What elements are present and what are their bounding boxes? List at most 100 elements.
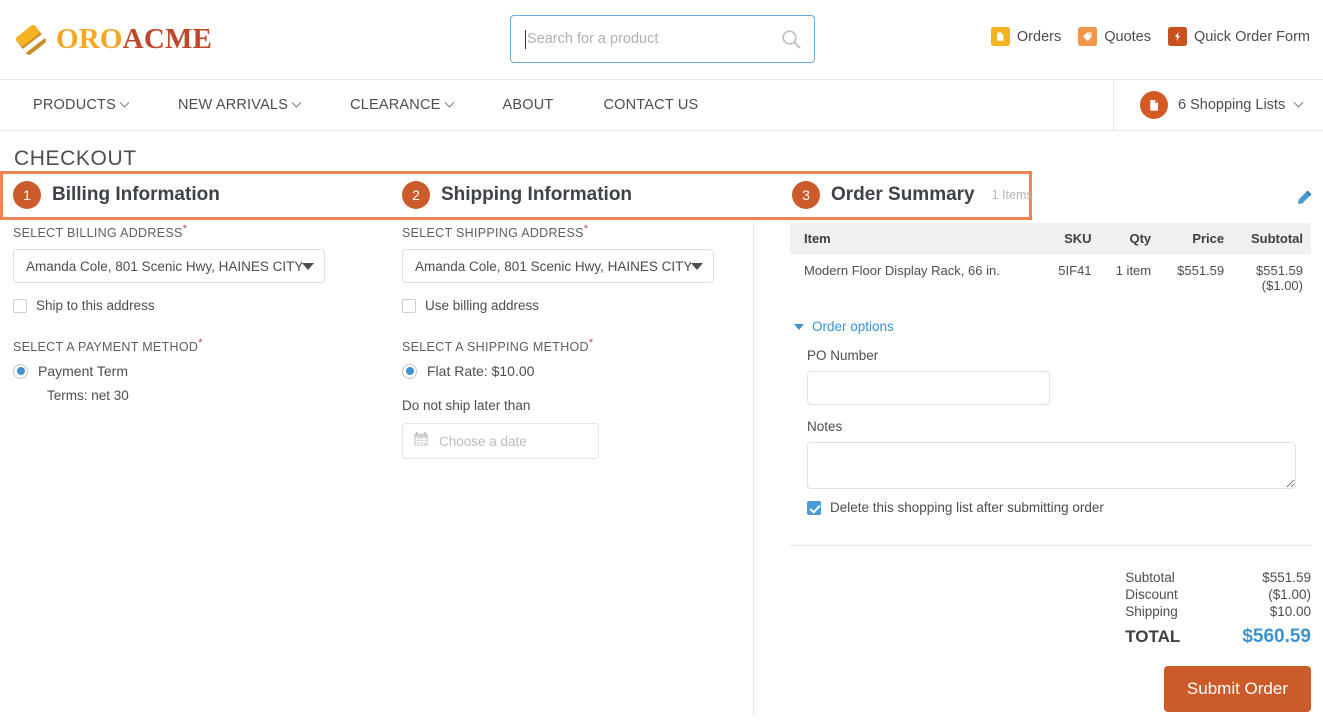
header-link-quotes[interactable]: Quotes — [1078, 27, 1151, 46]
ship-to-this-address-checkbox-row[interactable]: Ship to this address — [13, 298, 383, 313]
step-label-shipping: Shipping Information — [441, 184, 633, 205]
required-asterisk: * — [182, 223, 188, 235]
payment-method-label-text: SELECT A PAYMENT METHOD — [13, 340, 199, 355]
nav-item-clearance[interactable]: CLEARANCE — [350, 97, 477, 113]
billing-address-select[interactable]: Amanda Cole, 801 Scenic Hwy, HAINES CITY… — [13, 249, 325, 284]
flat-rate-label: Flat Rate: $10.00 — [427, 363, 535, 380]
main-navigation: PRODUCTS NEW ARRIVALS CLEARANCE ABOUT CO… — [0, 79, 1323, 131]
header-link-orders-label: Orders — [1016, 28, 1062, 45]
flat-rate-radio[interactable] — [402, 363, 417, 379]
totals-label-subtotal: Subtotal — [1125, 570, 1175, 585]
nav-item-about-label: ABOUT — [502, 97, 554, 113]
payment-term-radio[interactable] — [13, 363, 28, 379]
column-header-qty: Qty — [1099, 223, 1160, 254]
shipping-address-select[interactable]: Amanda Cole, 801 Scenic Hwy, HAINES CITY… — [402, 249, 714, 284]
use-billing-address-label: Use billing address — [425, 298, 540, 314]
totals-divider — [790, 545, 1311, 546]
totals-row-subtotal: Subtotal $551.59 — [1125, 569, 1311, 586]
delete-shopping-list-checkbox-row[interactable]: Delete this shopping list after submitti… — [807, 500, 1311, 515]
totals-table: Subtotal $551.59 Discount ($1.00) Shippi… — [1125, 569, 1311, 649]
logo-text-oro: ORO — [56, 23, 123, 55]
totals-row-shipping: Shipping $10.00 — [1125, 603, 1311, 620]
site-logo[interactable]: OROACME — [14, 23, 212, 57]
search-icon[interactable] — [780, 28, 802, 50]
column-header-price: Price — [1159, 223, 1233, 254]
ship-by-date-placeholder: Choose a date — [439, 433, 527, 449]
shipping-method-label-text: SELECT A SHIPPING METHOD — [402, 340, 589, 355]
lightning-bolt-icon — [1167, 27, 1187, 46]
orders-icon — [990, 27, 1010, 46]
header-link-quick-order-form[interactable]: Quick Order Form — [1167, 27, 1310, 46]
header-quick-links: Orders Quotes Quick Order Form — [990, 27, 1310, 46]
nav-item-products-label: PRODUCTS — [33, 97, 116, 113]
use-billing-address-checkbox[interactable] — [402, 298, 416, 313]
order-options-toggle[interactable]: Order options — [794, 319, 1311, 334]
order-items-table: Item SKU Qty Price Subtotal Modern Floor… — [790, 223, 1311, 302]
chevron-down-icon — [119, 97, 130, 108]
row-item-subtotal-value: $551.59 — [1256, 263, 1303, 278]
checkout-step-shipping[interactable]: 2 Shipping Information — [402, 181, 632, 209]
required-asterisk: * — [588, 337, 594, 350]
oroacme-logo-mark — [14, 23, 48, 57]
column-header-item: Item — [790, 223, 1043, 254]
payment-term-radio-row[interactable]: Payment Term — [13, 363, 383, 379]
payment-term-label: Payment Term — [38, 363, 128, 380]
column-header-sku: SKU — [1042, 223, 1100, 254]
notes-textarea[interactable] — [807, 442, 1296, 489]
ship-to-this-address-checkbox[interactable] — [13, 298, 27, 313]
billing-address-value: Amanda Cole, 801 Scenic Hwy, HAINES CITY… — [26, 258, 302, 274]
shopping-lists-menu[interactable]: 6 Shopping Lists — [1113, 80, 1323, 130]
step-label-billing: Billing Information — [52, 184, 220, 205]
chevron-down-icon — [444, 97, 454, 108]
totals-value-shipping: $10.00 — [1269, 604, 1311, 619]
checkout-step-order-summary[interactable]: 3 Order Summary 1 Items — [792, 181, 1033, 209]
row-item-qty: 1 item — [1115, 263, 1152, 278]
order-summary-item-count: 1 Items — [991, 188, 1033, 202]
step-number-2: 2 — [402, 181, 430, 209]
header-link-quotes-label: Quotes — [1104, 28, 1151, 45]
site-header: OROACME Orders — [0, 0, 1323, 79]
shipping-address-value: Amanda Cole, 801 Scenic Hwy, HAINES CITY… — [415, 258, 691, 274]
order-summary-panel: Item SKU Qty Price Subtotal Modern Floor… — [790, 223, 1311, 712]
search-input[interactable] — [527, 31, 780, 47]
checkout-step-billing[interactable]: 1 Billing Information — [13, 181, 220, 209]
nav-item-new-arrivals[interactable]: NEW ARRIVALS — [178, 97, 325, 113]
nav-item-contact-us[interactable]: CONTACT US — [603, 97, 723, 113]
row-item-name: Modern Floor Display Rack, 66 in. — [804, 263, 1000, 278]
step-number-1: 1 — [13, 181, 41, 209]
column-divider — [753, 223, 754, 714]
step-label-order-summary: Order Summary — [831, 184, 975, 205]
chevron-down-icon — [291, 97, 302, 108]
quotes-tag-icon — [1078, 27, 1098, 46]
ship-to-this-address-label: Ship to this address — [36, 298, 155, 314]
submit-order-button[interactable]: Submit Order — [1163, 666, 1311, 712]
column-header-subtotal: Subtotal — [1232, 223, 1311, 254]
billing-address-label-text: SELECT BILLING ADDRESS — [13, 226, 183, 241]
required-asterisk: * — [583, 223, 589, 235]
notes-label: Notes — [807, 419, 843, 434]
header-link-orders[interactable]: Orders — [990, 27, 1062, 46]
delete-shopping-list-checkbox[interactable] — [807, 500, 821, 515]
ship-by-date-picker[interactable]: Choose a date — [402, 423, 599, 460]
po-number-input[interactable] — [807, 371, 1050, 405]
shipping-method-label: SELECT A SHIPPING METHOD* — [402, 337, 752, 354]
nav-item-products[interactable]: PRODUCTS — [33, 97, 153, 113]
calendar-icon — [413, 431, 429, 452]
use-billing-address-checkbox-row[interactable]: Use billing address — [402, 298, 752, 313]
edit-pencil-icon[interactable] — [1295, 189, 1313, 207]
nav-item-about[interactable]: ABOUT — [503, 97, 579, 113]
row-item-price: $551.59 — [1177, 263, 1225, 278]
shopping-lists-label: 6 Shopping Lists — [1178, 97, 1286, 113]
billing-information-panel: SELECT BILLING ADDRESS* Amanda Cole, 801… — [13, 223, 383, 403]
po-number-label: PO Number — [807, 348, 879, 363]
order-items-table-body: Modern Floor Display Rack, 66 in. 5IF41 … — [790, 254, 1311, 302]
totals-value-discount: ($1.00) — [1268, 587, 1311, 602]
product-search[interactable] — [510, 15, 815, 63]
nav-items: PRODUCTS NEW ARRIVALS CLEARANCE ABOUT CO… — [33, 97, 748, 113]
order-items-table-head: Item SKU Qty Price Subtotal — [790, 223, 1311, 254]
totals-row-grand-total: TOTAL $560.59 — [1125, 620, 1311, 649]
totals-value-grand-total: $560.59 — [1242, 626, 1311, 647]
search-box[interactable] — [510, 15, 815, 63]
flat-rate-radio-row[interactable]: Flat Rate: $10.00 — [402, 363, 752, 379]
order-totals: Subtotal $551.59 Discount ($1.00) Shippi… — [790, 569, 1311, 649]
